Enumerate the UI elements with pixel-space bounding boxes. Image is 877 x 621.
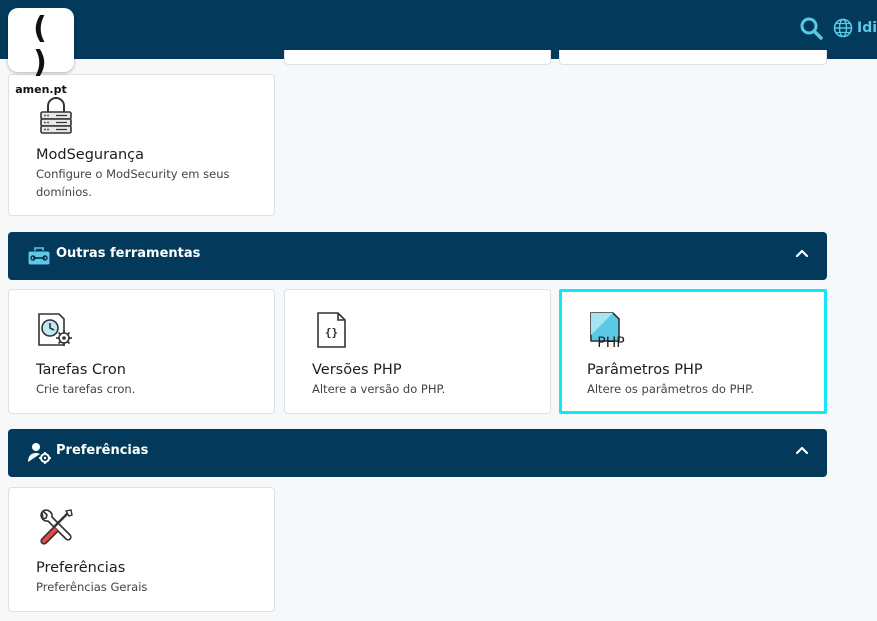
- language-selector[interactable]: Idioma: [857, 20, 877, 36]
- card-php-parameters[interactable]: PHP Parâmetros PHP Altere os parâmetros …: [559, 289, 827, 414]
- card-title: Parâmetros PHP: [587, 362, 703, 378]
- tools-icon: [40, 509, 73, 545]
- chevron-up-icon[interactable]: [795, 246, 809, 260]
- card-description: Preferências Gerais: [36, 580, 148, 594]
- chevron-up-icon[interactable]: [795, 443, 809, 457]
- card-description: Altere a versão do PHP.: [312, 382, 446, 396]
- section-header-preferences[interactable]: Preferências: [8, 429, 827, 477]
- svg-text:{}: {}: [325, 326, 338, 339]
- card-description: Configure o ModSecurity em seus domínios…: [36, 167, 230, 199]
- card-description: Altere os parâmetros do PHP.: [587, 382, 754, 396]
- card-preferences[interactable]: Preferências Preferências Gerais: [8, 487, 275, 612]
- section-title: Preferências: [56, 443, 149, 458]
- toolbox-icon: [27, 247, 51, 266]
- card-title: Preferências: [36, 560, 126, 576]
- card-cron-jobs[interactable]: Tarefas Cron Crie tarefas cron.: [8, 289, 275, 414]
- section-title: Outras ferramentas: [56, 246, 201, 261]
- svg-text:PHP: PHP: [597, 335, 624, 350]
- card-php-versions[interactable]: {} Versões PHP Altere a versão do PHP.: [284, 289, 551, 414]
- lock-server-icon: [40, 97, 72, 134]
- section-header-other-tools[interactable]: Outras ferramentas: [8, 232, 827, 280]
- logo-symbol: ( ): [33, 11, 55, 80]
- card-partial[interactable]: [284, 50, 551, 65]
- logo-text: amen.pt: [15, 83, 67, 96]
- card-title: Tarefas Cron: [36, 362, 126, 378]
- user-gear-icon: [28, 443, 51, 464]
- globe-icon[interactable]: [833, 18, 853, 38]
- php-file-icon: PHP: [590, 312, 625, 350]
- card-title: Versões PHP: [312, 362, 402, 378]
- code-file-icon: {}: [317, 312, 346, 348]
- card-title: ModSegurança: [36, 147, 144, 163]
- logo[interactable]: ( ) amen.pt: [8, 8, 74, 96]
- search-icon[interactable]: [799, 16, 823, 40]
- top-actions: Idioma: [799, 16, 877, 40]
- card-partial[interactable]: [559, 50, 827, 65]
- card-description: Crie tarefas cron.: [36, 382, 136, 396]
- cron-clock-icon: [38, 313, 72, 346]
